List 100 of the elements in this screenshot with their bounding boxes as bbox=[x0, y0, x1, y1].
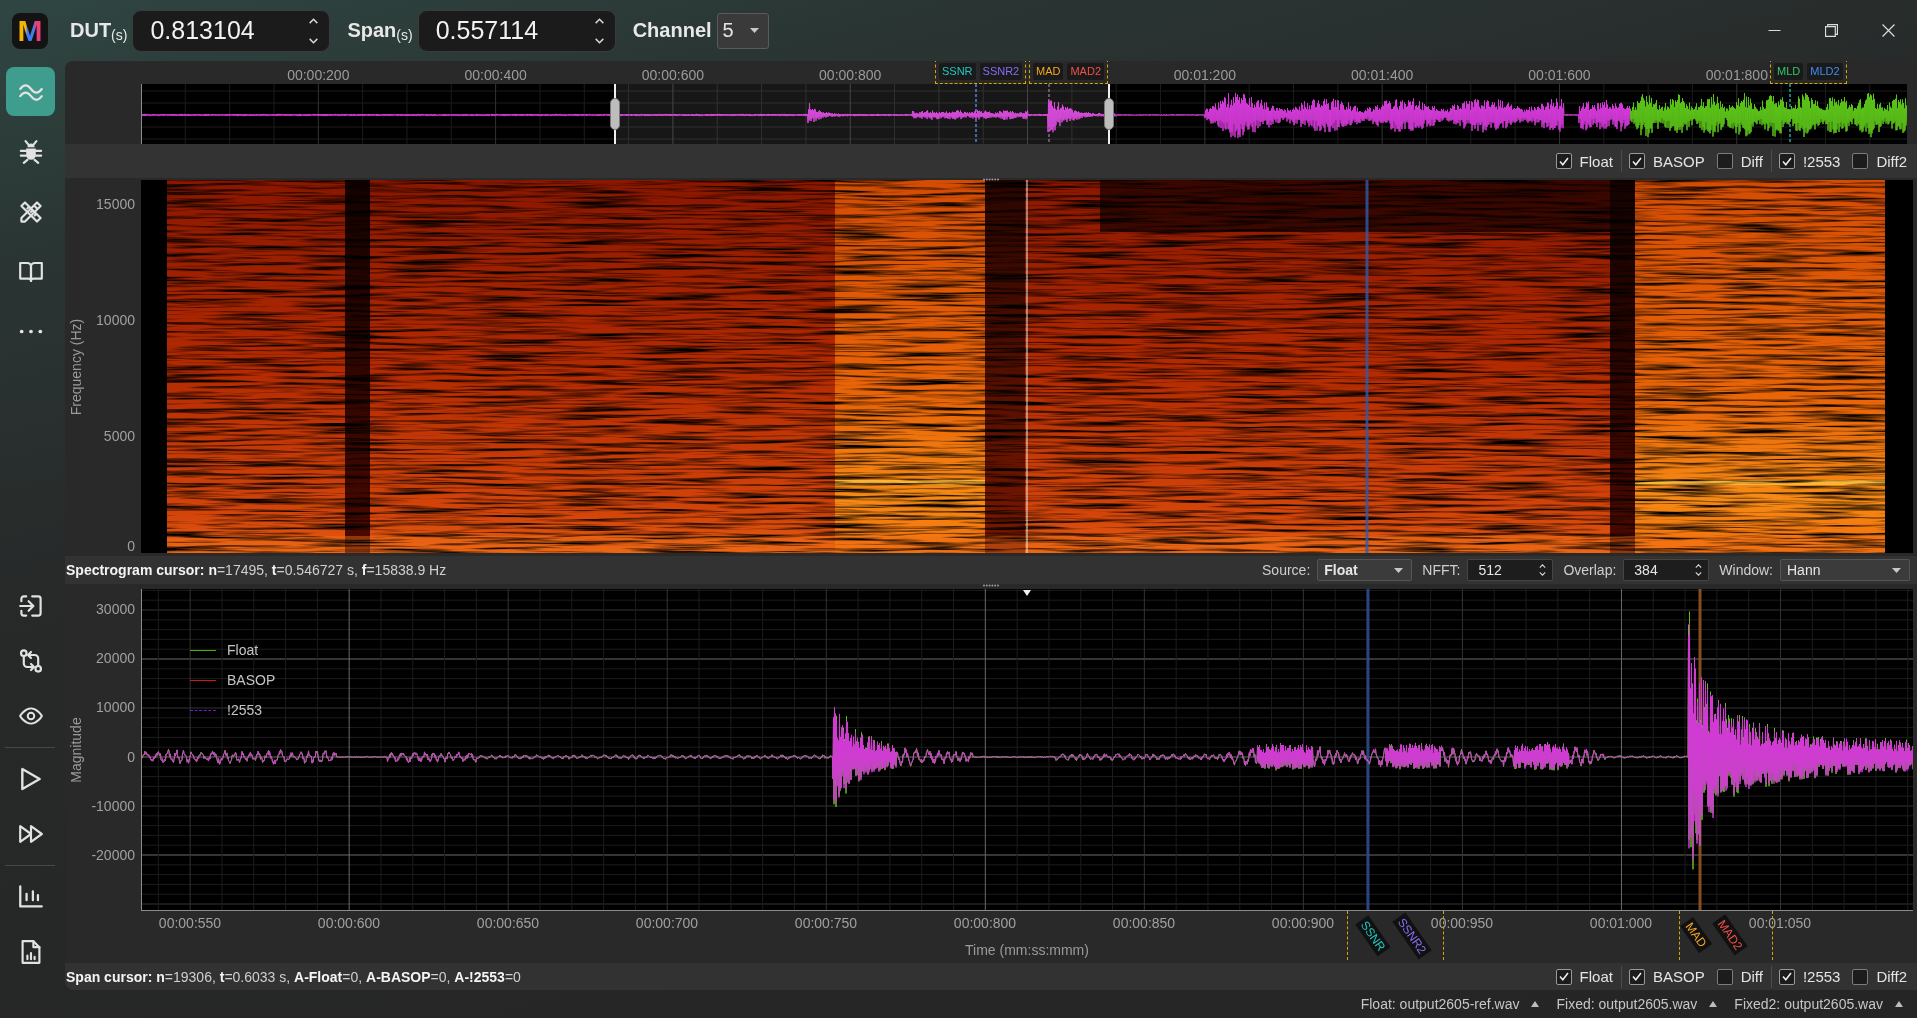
dropdown[interactable]: Float bbox=[1317, 559, 1413, 581]
caret-down-icon bbox=[1394, 567, 1404, 573]
checkbox[interactable] bbox=[1716, 153, 1733, 169]
spin-box[interactable]: 384 bbox=[1623, 559, 1710, 581]
more-icon bbox=[18, 329, 43, 334]
caret-up-icon bbox=[1895, 1001, 1903, 1007]
axis-tick-label: 10000 bbox=[96, 312, 135, 328]
axis-title: Time (mm:ss:mmm) bbox=[965, 942, 1089, 958]
axis-tick-label: 00:00:550 bbox=[158, 915, 222, 931]
caret-down-icon bbox=[749, 28, 759, 33]
axis-tick-label: 30000 bbox=[96, 601, 135, 617]
chevron-up-icon[interactable] bbox=[594, 17, 604, 24]
fast-forward-icon bbox=[18, 822, 43, 846]
caret-down-icon bbox=[1892, 567, 1901, 573]
checkbox[interactable] bbox=[1852, 968, 1869, 985]
field-label: DUT$_{(s)}$ bbox=[70, 18, 128, 43]
axis-tick-label: 00:00:950 bbox=[1430, 915, 1494, 931]
checkbox-label: BASOP bbox=[1652, 152, 1705, 170]
axis-tick-label: 00:01:050 bbox=[1748, 915, 1812, 931]
chevron-up-icon[interactable] bbox=[309, 17, 319, 24]
dropdown[interactable]: Hann bbox=[1780, 559, 1910, 581]
bar-chart-icon bbox=[18, 885, 43, 909]
axis-tick-label: 00:00:800 bbox=[953, 915, 1017, 931]
file-button[interactable]: Fixed: output2605.wav bbox=[1556, 996, 1718, 1012]
checkbox[interactable] bbox=[1628, 153, 1645, 169]
checkbox[interactable] bbox=[1778, 968, 1795, 985]
chevron-down-icon[interactable] bbox=[594, 37, 604, 44]
sidebar-button[interactable] bbox=[6, 67, 55, 116]
axis-tick-label: 5000 bbox=[103, 428, 135, 444]
field-label: Channel bbox=[632, 19, 712, 42]
checkbox[interactable] bbox=[1778, 153, 1795, 169]
compare-icon bbox=[18, 649, 43, 673]
marker-label[interactable]: MAD bbox=[1033, 63, 1064, 80]
grip-icon[interactable] bbox=[983, 584, 999, 587]
axis-tick-label: 15000 bbox=[96, 196, 135, 212]
chevron-up-icon[interactable] bbox=[1539, 564, 1547, 568]
axis-tick-label: 00:01:600 bbox=[1528, 67, 1591, 83]
marker-label[interactable]: SSNR2 bbox=[979, 63, 1023, 80]
checkbox[interactable] bbox=[1555, 968, 1572, 985]
close-icon bbox=[1882, 23, 1895, 37]
bug-icon bbox=[18, 139, 43, 164]
number-field[interactable]: 0.557114 bbox=[417, 9, 616, 52]
minimize-icon bbox=[1768, 29, 1781, 31]
axis-title: Frequency (Hz) bbox=[68, 318, 84, 415]
checkbox-label: Diff2 bbox=[1876, 968, 1907, 985]
checkbox-label: Diff bbox=[1740, 152, 1763, 170]
book-icon bbox=[18, 259, 43, 284]
axis-tick-label: 00:00:650 bbox=[476, 915, 540, 931]
axis-tick-label: 00:01:000 bbox=[1589, 915, 1653, 931]
checkbox[interactable] bbox=[1628, 968, 1645, 985]
checkbox-label: Float bbox=[1579, 968, 1613, 985]
axis-tick-label: 00:01:400 bbox=[1351, 67, 1414, 83]
chevron-down-icon[interactable] bbox=[1695, 572, 1703, 576]
axis-title: Magnitude bbox=[68, 717, 84, 783]
range-handle[interactable] bbox=[1101, 84, 1116, 144]
cursor-readout: Spectrogram cursor: n=17495, t=0.546727 s, f=15838.9 Hz bbox=[66, 562, 447, 578]
marker-label[interactable]: SSNR bbox=[939, 63, 976, 80]
checkmark-icon bbox=[1631, 156, 1642, 166]
app-logo: M bbox=[12, 12, 48, 49]
cursor-readout: Span cursor: n=19306, t=0.6033 s, A-Float=0, A-BASOP=0, A-!2553=0 bbox=[66, 968, 521, 985]
axis-tick-label: 00:00:800 bbox=[819, 67, 882, 83]
control-label: Window: bbox=[1719, 562, 1773, 578]
axis-tick-label: 00:00:600 bbox=[641, 67, 705, 83]
axis-tick-label: 00:00:850 bbox=[1112, 915, 1176, 931]
marker-label[interactable]: MLD bbox=[1774, 63, 1804, 80]
axis-tick-label: 20000 bbox=[96, 650, 135, 666]
axis-tick-label: 0 bbox=[127, 749, 135, 765]
channel-dropdown[interactable]: 5 bbox=[716, 12, 769, 49]
axis-tick-label: 0 bbox=[127, 538, 135, 554]
eye-icon bbox=[18, 704, 43, 728]
sign-in-icon bbox=[18, 594, 43, 618]
axis-tick-label: 00:00:200 bbox=[287, 67, 350, 83]
checkbox[interactable] bbox=[1555, 153, 1572, 169]
axis-tick-label: 00:00:700 bbox=[635, 915, 699, 931]
checkmark-icon bbox=[1558, 972, 1569, 981]
checkbox[interactable] bbox=[1716, 968, 1733, 985]
file-button[interactable]: Fixed2: output2605.wav bbox=[1734, 996, 1903, 1012]
axis-tick-label: 10000 bbox=[96, 699, 135, 715]
checkbox-label: Float bbox=[1579, 152, 1613, 170]
caret-up-icon bbox=[1531, 1001, 1540, 1007]
spin-box[interactable]: 512 bbox=[1467, 559, 1554, 581]
marker-label[interactable]: MAD2 bbox=[1067, 63, 1104, 80]
checkbox-label: Diff2 bbox=[1876, 152, 1907, 170]
number-field[interactable]: 0.813104 bbox=[132, 9, 331, 52]
chevron-down-icon[interactable] bbox=[309, 37, 319, 44]
field-label: Span$_{(s)}$ bbox=[347, 18, 413, 43]
grip-icon[interactable] bbox=[983, 178, 999, 181]
checkbox-label: !2553 bbox=[1802, 968, 1841, 985]
pencil-ruler-icon bbox=[18, 199, 43, 224]
checkbox[interactable] bbox=[1852, 153, 1869, 169]
control-label: Overlap: bbox=[1563, 562, 1617, 578]
restore-icon bbox=[1825, 23, 1838, 37]
range-handle[interactable] bbox=[607, 84, 622, 144]
axis-tick-label: 00:01:200 bbox=[1173, 67, 1236, 83]
control-label: NFFT: bbox=[1422, 562, 1461, 578]
chevron-down-icon[interactable] bbox=[1539, 572, 1547, 576]
marker-label[interactable]: MLD2 bbox=[1807, 63, 1843, 80]
file-button[interactable]: Float: output2605-ref.wav bbox=[1360, 996, 1540, 1012]
chevron-up-icon[interactable] bbox=[1695, 564, 1703, 568]
checkbox-label: !2553 bbox=[1802, 152, 1841, 170]
